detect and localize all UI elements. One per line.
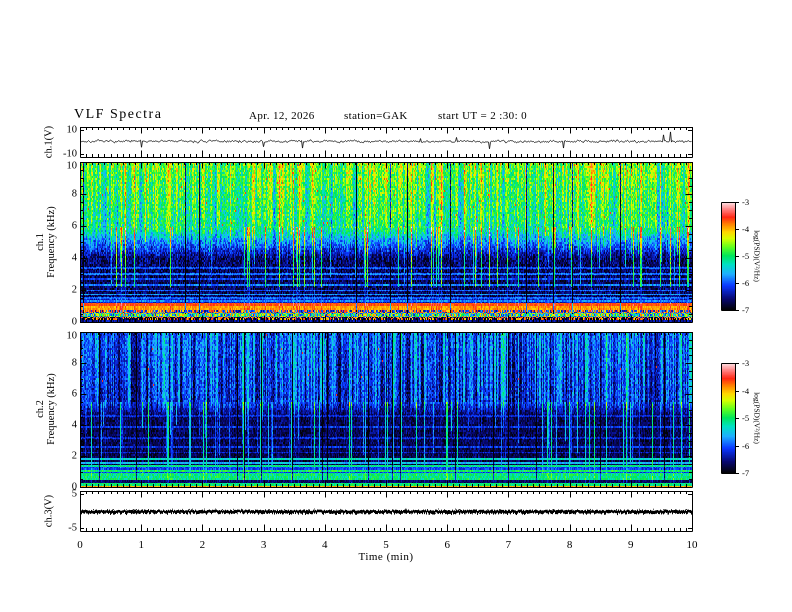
ch1-spec-axis-label-line1: ch.1 (35, 233, 46, 251)
colorbar-ch1 (721, 202, 735, 310)
colorbar-tick-label: -4 (742, 385, 750, 396)
time-axis-label: Time (min) (358, 551, 414, 563)
ch1-waveform-plot (80, 127, 692, 157)
x-tick-label: 10 (686, 539, 698, 551)
y-tick-label: 2 (71, 284, 77, 296)
ch1-spec-axis-label-line2: Frequency (kHz) (46, 206, 57, 278)
ch1-spec-axis-label: ch.1 Frequency (kHz) (35, 206, 57, 277)
colorbar-tick-label: -5 (742, 413, 750, 423)
colorbar1-unit-label: log(PSD)(V²/Hz) (752, 230, 762, 282)
colorbar-tick-label: -4 (742, 224, 750, 234)
colorbar-tick-label: -6 (742, 278, 750, 288)
y-tick-label: 0 (71, 316, 77, 328)
date-label: Apr. 12, 2026 (249, 110, 315, 122)
ch1-spectrogram-plot (80, 162, 692, 322)
ch2-spec-axis-label-line2: Frequency (kHz) (46, 373, 57, 445)
y-tick-label: 8 (71, 357, 77, 369)
station-label: station=GAK (344, 110, 408, 122)
y-tick-label: -5 (68, 522, 77, 534)
page-title: VLF Spectra (74, 107, 163, 122)
vlf-spectra-figure: VLF Spectra Apr. 12, 2026 station=GAK st… (0, 0, 792, 612)
y-tick-label: 10 (66, 160, 78, 172)
x-tick-label: 4 (322, 539, 328, 551)
x-tick-label: 0 (77, 539, 83, 551)
colorbar-tick-label: -6 (742, 440, 750, 451)
x-tick-label: 5 (383, 539, 389, 551)
colorbar-tick-label: -3 (742, 358, 750, 368)
colorbar-ch2 (721, 363, 735, 473)
y-tick-label: 6 (71, 388, 77, 400)
ch2-spec-axis-label-line1: ch.2 (35, 400, 46, 418)
x-tick-label: 6 (444, 539, 450, 551)
ch3v-axis-label: ch.3(V) (43, 494, 55, 528)
colorbar-tick-label: -3 (742, 197, 750, 207)
y-tick-label: 0 (71, 481, 77, 493)
ch2-spec-axis-label: ch.2 Frequency (kHz) (35, 373, 57, 444)
y-tick-label: 10 (66, 330, 78, 342)
x-tick-label: 7 (505, 539, 512, 551)
y-tick-label: 4 (71, 419, 77, 431)
colorbar-tick-label: -7 (742, 305, 750, 315)
colorbar-tick-label: -5 (742, 251, 750, 261)
y-tick-label: 10 (66, 124, 78, 136)
ch2-spectrogram-plot (80, 332, 692, 487)
y-tick-label: 4 (71, 252, 77, 264)
x-tick-label: 2 (199, 539, 206, 551)
y-tick-label: 2 (71, 450, 77, 462)
x-tick-label: 1 (138, 539, 144, 551)
x-tick-label: 3 (260, 539, 267, 551)
ch1v-axis-label: ch.1(V) (43, 125, 55, 159)
x-tick-label: 8 (566, 539, 573, 551)
start-ut-label: start UT = 2 :30: 0 (438, 110, 528, 122)
y-tick-label: 6 (71, 220, 77, 232)
colorbar-tick-label: -7 (742, 468, 750, 478)
y-tick-label: -10 (63, 148, 77, 160)
ch3-waveform-plot (80, 491, 692, 531)
y-tick-label: 8 (71, 188, 77, 200)
x-tick-label: 9 (628, 539, 634, 551)
colorbar2-unit-label: log(PSD)(V²/Hz) (752, 392, 762, 444)
